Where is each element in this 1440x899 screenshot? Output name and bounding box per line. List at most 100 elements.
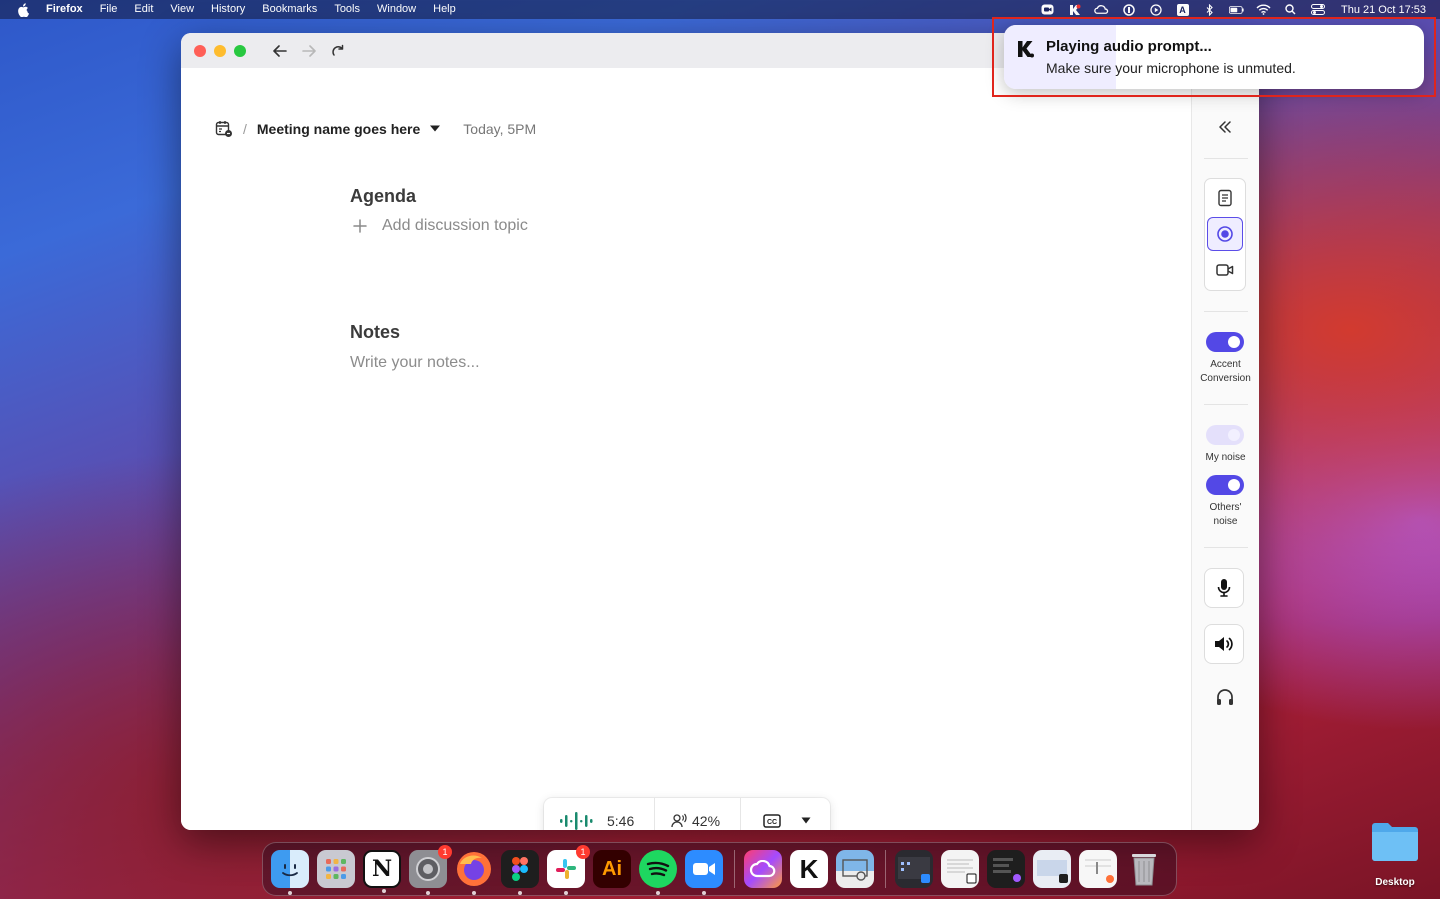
dock-zoom-icon[interactable]: [685, 850, 723, 895]
desktop-folder[interactable]: Desktop: [1368, 820, 1422, 888]
talk-ratio[interactable]: 42%: [655, 798, 741, 830]
notification-badge: 1: [438, 845, 452, 859]
password-manager-icon[interactable]: [1121, 3, 1136, 16]
back-arrow-icon[interactable]: [270, 41, 290, 61]
dock-minimized-window-2[interactable]: [941, 850, 979, 888]
menu-edit[interactable]: Edit: [134, 0, 153, 19]
dock-minimized-window-1[interactable]: [895, 850, 933, 888]
speaker-volume-icon: [1215, 637, 1233, 651]
dock-figma-icon[interactable]: [501, 850, 539, 895]
speaker-button[interactable]: [1204, 624, 1244, 664]
dock-minimized-window-3[interactable]: [987, 850, 1025, 888]
meeting-name[interactable]: Meeting name goes here: [257, 121, 420, 137]
dock-illustrator-icon[interactable]: Ai: [593, 850, 631, 888]
control-center-icon[interactable]: [1310, 3, 1325, 16]
dock-firefox-icon[interactable]: [455, 850, 493, 895]
sidebar-divider: [1204, 311, 1248, 312]
audio-wave-icon: [559, 811, 601, 830]
browser-window: / Meeting name goes here Today, 5PM Agen…: [181, 33, 1259, 830]
headphones-icon[interactable]: [1215, 688, 1235, 706]
minimize-window-button[interactable]: [214, 44, 226, 57]
close-window-button[interactable]: [194, 44, 206, 57]
krisp-tray-icon[interactable]: [1067, 3, 1082, 16]
krisp-sidebar: Accent Conversion My noise Others' noise: [1191, 68, 1259, 830]
dock-minimized-window-4[interactable]: [1033, 850, 1071, 888]
menu-bookmarks[interactable]: Bookmarks: [262, 0, 317, 19]
speaking-person-icon: [671, 813, 687, 829]
caret-down-icon[interactable]: [429, 124, 441, 134]
closed-captions-label: CC: [767, 819, 777, 826]
dock-spotify-icon[interactable]: [639, 850, 677, 895]
notification-title: Playing audio prompt...: [1046, 38, 1212, 55]
closed-captions-icon[interactable]: CC: [763, 814, 781, 828]
cloud-sync-icon[interactable]: [1094, 3, 1109, 16]
spotlight-search-icon[interactable]: [1283, 3, 1298, 16]
running-indicator: [472, 891, 476, 895]
notes-heading: Notes: [350, 322, 401, 342]
captions-dropdown-caret-icon[interactable]: [801, 817, 811, 825]
battery-icon[interactable]: [1229, 3, 1244, 16]
plus-icon: [353, 219, 367, 233]
microphone-button[interactable]: [1204, 568, 1244, 608]
captions-control[interactable]: CC: [741, 798, 811, 830]
notes-mode-button[interactable]: [1207, 181, 1243, 215]
running-indicator: [518, 891, 522, 895]
dock-separator: [734, 850, 735, 888]
call-timer: 5:46: [544, 798, 655, 830]
notification-message: Make sure your microphone is unmuted.: [1046, 60, 1296, 76]
collapse-sidebar-icon[interactable]: [1217, 120, 1233, 134]
input-source-label: A: [1176, 3, 1189, 16]
agenda-heading: Agenda: [350, 186, 417, 206]
window-controls: [194, 44, 246, 57]
menu-history[interactable]: History: [211, 0, 245, 19]
dock-krisp-icon[interactable]: K: [790, 850, 828, 888]
dock-launchpad-icon[interactable]: [317, 850, 355, 888]
add-discussion-topic-button[interactable]: Add discussion topic: [353, 217, 528, 235]
meeting-notes-area: / Meeting name goes here Today, 5PM Agen…: [181, 68, 1191, 830]
record-mode-button[interactable]: [1207, 217, 1243, 251]
dock-slack-icon[interactable]: 1: [547, 845, 590, 895]
others-noise-label: Others' noise: [1209, 502, 1242, 527]
menu-help[interactable]: Help: [433, 0, 456, 19]
menu-tools[interactable]: Tools: [334, 0, 360, 19]
krisp-logo-icon: [1016, 39, 1036, 59]
microphone-icon: [1217, 579, 1231, 597]
menu-bar: Firefox File Edit View History Bookmarks…: [0, 0, 1440, 19]
dock-finder-icon[interactable]: [271, 850, 309, 895]
my-noise-toggle[interactable]: [1206, 425, 1244, 445]
page-content: / Meeting name goes here Today, 5PM Agen…: [181, 68, 1259, 830]
toggle-knob: [1228, 429, 1240, 441]
forward-arrow-icon[interactable]: [299, 41, 319, 61]
menubar-clock[interactable]: Thu 21 Oct 17:53: [1341, 4, 1426, 16]
sidebar-divider: [1204, 158, 1248, 159]
menu-window[interactable]: Window: [377, 0, 416, 19]
running-indicator: [564, 891, 568, 895]
menu-view[interactable]: View: [170, 0, 194, 19]
dock-trash-icon[interactable]: [1125, 850, 1163, 888]
menu-app-name[interactable]: Firefox: [46, 0, 83, 19]
dock-creative-cloud-icon[interactable]: [744, 850, 782, 888]
dock-system-preferences-icon[interactable]: 1: [409, 845, 452, 895]
running-indicator: [382, 889, 386, 893]
calendar-icon[interactable]: [215, 120, 233, 138]
notes-input[interactable]: Write your notes...: [350, 354, 480, 372]
input-source-icon[interactable]: A: [1175, 3, 1190, 16]
maximize-window-button[interactable]: [234, 44, 246, 57]
accent-conversion-toggle[interactable]: [1206, 332, 1244, 352]
bluetooth-icon[interactable]: [1202, 3, 1217, 16]
video-mode-button[interactable]: [1207, 253, 1243, 287]
play-circle-icon[interactable]: [1148, 3, 1163, 16]
others-noise-toggle[interactable]: [1206, 475, 1244, 495]
dock-minimized-window-5[interactable]: [1079, 850, 1117, 888]
desktop-folder-label: Desktop: [1375, 877, 1415, 888]
menu-file[interactable]: File: [100, 0, 118, 19]
reload-icon[interactable]: [328, 41, 348, 61]
audio-prompt-notification[interactable]: Playing audio prompt... Make sure your m…: [1004, 25, 1424, 89]
toggle-knob: [1228, 479, 1240, 491]
krisp-logo-letter: K: [799, 853, 819, 884]
apple-icon[interactable]: [16, 2, 30, 17]
zoom-tray-icon[interactable]: [1040, 3, 1055, 16]
dock-notion-icon[interactable]: N: [363, 850, 401, 893]
dock-preview-icon[interactable]: [836, 850, 874, 888]
wifi-icon[interactable]: [1256, 3, 1271, 16]
